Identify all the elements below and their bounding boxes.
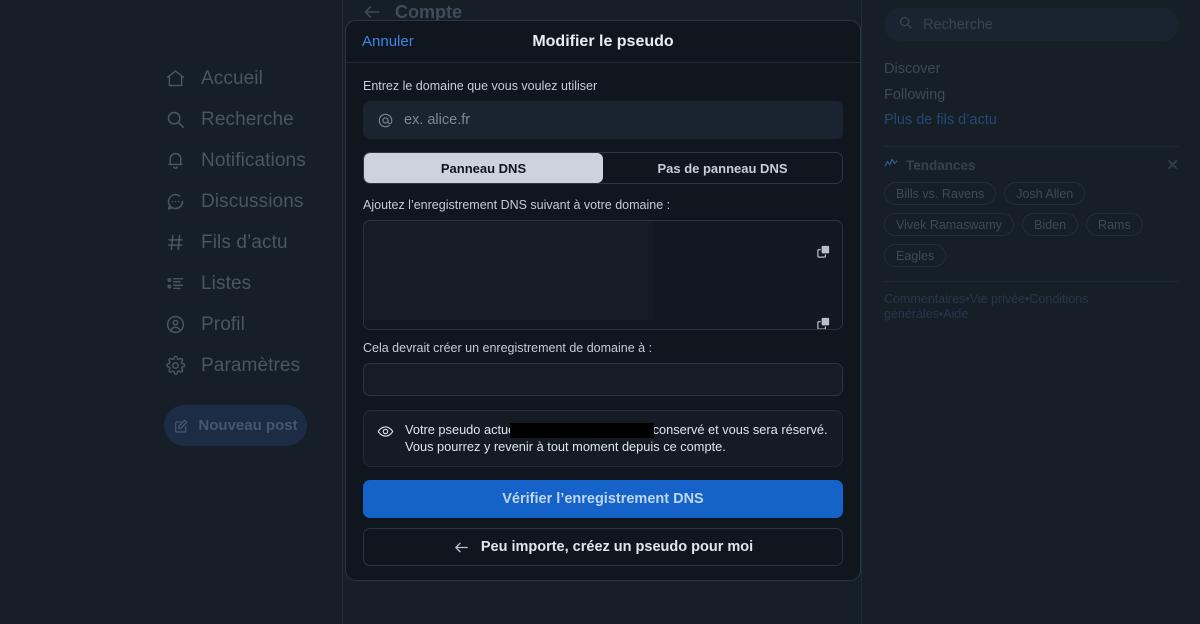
verify-dns-record-button[interactable]: Vérifier l’enregistrement DNS — [363, 480, 843, 518]
sidebar-item-label: Fils d’actu — [201, 232, 288, 253]
trending-pills: Bills vs. Ravens Josh Allen Vivek Ramasw… — [884, 182, 1184, 267]
gear-icon — [164, 355, 186, 377]
chat-bubble-icon — [164, 191, 186, 213]
search-placeholder: Recherche — [923, 16, 994, 33]
trends-header: Tendances ✕ — [884, 157, 1179, 174]
arrow-left-icon[interactable] — [362, 2, 382, 22]
record-result-label: Cela devrait créer un enregistrement de … — [363, 341, 653, 355]
edit-handle-modal: Annuler Modifier le pseudo Entrez le dom… — [345, 20, 861, 581]
dns-record-box — [363, 220, 843, 330]
new-post-button[interactable]: Nouveau post — [164, 405, 307, 446]
modal-title: Modifier le pseudo — [532, 32, 674, 50]
footer-links: Commentaires•Vie privée•Conditions génér… — [884, 292, 1156, 322]
rail-divider — [884, 146, 1179, 147]
segment-pas-de-panneau-dns[interactable]: Pas de panneau DNS — [603, 153, 842, 183]
footer-link-aide[interactable]: Aide — [943, 307, 968, 321]
domain-field-label: Entrez le domaine que vous voulez utilis… — [363, 79, 598, 93]
trend-pill[interactable]: Biden — [1022, 213, 1079, 236]
feed-links: Discover Following Plus de fils d’actu — [884, 57, 1179, 134]
trend-pill[interactable]: Eagles — [884, 244, 947, 267]
feed-link-following[interactable]: Following — [884, 83, 1179, 109]
compose-pencil-icon — [173, 418, 189, 434]
sidebar-item-notifications[interactable]: Notifications — [164, 140, 344, 181]
rail-divider — [884, 281, 1179, 282]
search-icon — [164, 109, 186, 131]
sidebar-item-accueil[interactable]: Accueil — [164, 58, 344, 99]
search-icon — [898, 15, 913, 34]
domain-input[interactable]: ex. alice.fr — [363, 101, 843, 139]
sidebar-item-recherche[interactable]: Recherche — [164, 99, 344, 140]
search-input[interactable]: Recherche — [884, 8, 1179, 41]
create-handle-for-me-button[interactable]: Peu importe, créez un pseudo pour moi — [363, 528, 843, 566]
redacted-dns-values — [365, 221, 653, 320]
segment-panneau-dns[interactable]: Panneau DNS — [364, 153, 603, 183]
copy-icon[interactable] — [816, 244, 831, 259]
close-icon[interactable]: ✕ — [1166, 158, 1179, 173]
sidebar-item-listes[interactable]: Listes — [164, 263, 344, 304]
domain-record-field[interactable] — [363, 363, 843, 396]
dns-mode-segmented-control: Panneau DNS Pas de panneau DNS — [363, 152, 843, 184]
bell-icon — [164, 150, 186, 172]
sidebar-item-discussions[interactable]: Discussions — [164, 181, 344, 222]
handle-preserved-notice: Votre pseudo actuel sera automatiquement… — [363, 410, 843, 467]
sidebar-item-parametres[interactable]: Paramètres — [164, 345, 344, 386]
sidebar-item-label: Discussions — [201, 191, 304, 212]
footer-link-commentaires[interactable]: Commentaires — [884, 292, 965, 306]
footer-link-vie-privee[interactable]: Vie privée — [970, 292, 1025, 306]
arrow-left-icon — [453, 539, 470, 556]
trend-pill[interactable]: Josh Allen — [1004, 182, 1086, 205]
notice-text-before: Votre pseudo actuel — [405, 422, 519, 437]
app-root: Accueil Recherche Notifications Discussi… — [0, 0, 1200, 624]
at-sign-icon — [377, 112, 394, 129]
trends-title: Tendances — [906, 158, 976, 173]
left-sidebar: Accueil Recherche Notifications Discussi… — [0, 0, 343, 624]
redacted-record-value — [365, 365, 653, 395]
sidebar-item-label: Paramètres — [201, 355, 301, 376]
feed-link-discover[interactable]: Discover — [884, 57, 1179, 83]
sidebar-item-label: Listes — [201, 273, 252, 294]
new-post-label: Nouveau post — [198, 417, 298, 434]
sidebar-item-label: Accueil — [201, 68, 263, 89]
trend-pill[interactable]: Rams — [1086, 213, 1143, 236]
dns-instruction-label: Ajoutez l’enregistrement DNS suivant à v… — [363, 198, 671, 212]
hash-icon — [164, 232, 186, 254]
sidebar-item-profil[interactable]: Profil — [164, 304, 344, 345]
create-handle-for-me-label: Peu importe, créez un pseudo pour moi — [480, 539, 754, 555]
modal-body: Entrez le domaine que vous voulez utilis… — [346, 63, 860, 566]
sidebar-item-label: Recherche — [201, 109, 294, 130]
cancel-button[interactable]: Annuler — [362, 33, 414, 50]
user-circle-icon — [164, 314, 186, 336]
right-sidebar: Recherche Discover Following Plus de fil… — [861, 0, 1200, 624]
list-icon — [164, 273, 186, 295]
redacted-handle-bar — [510, 423, 654, 438]
sidebar-item-fils-dactu[interactable]: Fils d’actu — [164, 222, 344, 263]
modal-header: Annuler Modifier le pseudo — [346, 21, 860, 63]
home-icon — [164, 68, 186, 90]
copy-icon[interactable] — [816, 316, 831, 329]
sidebar-nav: Accueil Recherche Notifications Discussi… — [164, 58, 344, 386]
trend-line-icon — [884, 157, 898, 174]
sidebar-item-label: Notifications — [201, 150, 306, 171]
trend-pill[interactable]: Vivek Ramaswamy — [884, 213, 1015, 236]
feed-link-more-feeds[interactable]: Plus de fils d’actu — [884, 108, 1179, 134]
sidebar-item-label: Profil — [201, 314, 245, 335]
domain-input-placeholder: ex. alice.fr — [404, 112, 471, 128]
trend-pill[interactable]: Bills vs. Ravens — [884, 182, 997, 205]
eye-icon — [377, 421, 394, 455]
